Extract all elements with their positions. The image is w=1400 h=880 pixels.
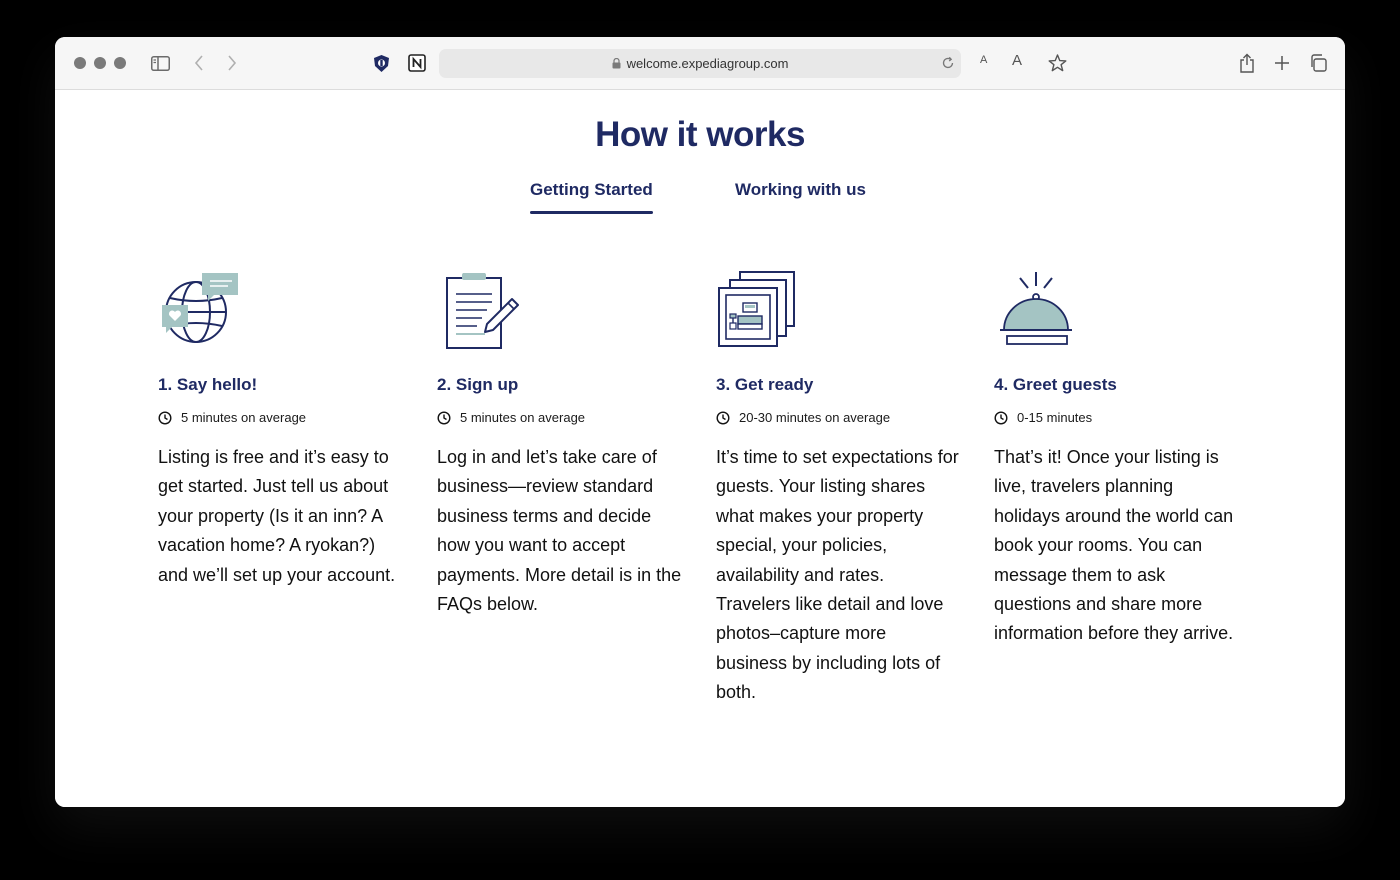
page-title: How it works	[595, 115, 805, 154]
step-title: 3. Get ready	[716, 375, 814, 394]
step-title: 1. Say hello!	[158, 375, 258, 394]
photos-icon	[716, 270, 961, 350]
tab-overview-icon[interactable]	[1308, 51, 1328, 75]
step-duration: 5 minutes on average	[181, 410, 307, 425]
step-description: Listing is free and it’s easy to get sta…	[158, 447, 396, 585]
page-content: How it works Getting Started Working wit…	[55, 90, 1345, 807]
address-bar[interactable]: welcome.expediagroup.com	[439, 49, 961, 78]
sidebar-toggle-icon[interactable]	[150, 51, 170, 75]
tab-working-with-us[interactable]: Working with us	[735, 180, 866, 200]
step-duration: 20-30 minutes on average	[739, 410, 891, 425]
step-duration: 5 minutes on average	[460, 410, 586, 425]
clock-icon	[158, 410, 172, 425]
minimize-window-button[interactable]	[94, 57, 106, 69]
forward-chevron-icon[interactable]	[225, 51, 239, 75]
clock-icon	[994, 410, 1008, 425]
step-card: 1. Say hello! 5 minutes on average Listi…	[158, 270, 403, 590]
step-card: 2. Sign up 5 minutes on average Log in a…	[437, 270, 682, 619]
extension-shield-icon[interactable]	[371, 51, 391, 75]
service-bell-icon	[994, 270, 1239, 350]
lock-icon	[612, 57, 621, 72]
tab-getting-started[interactable]: Getting Started	[530, 180, 653, 214]
step-description: That’s it! Once your listing is live, tr…	[994, 447, 1234, 644]
step-description: It’s time to set expectations for guests…	[716, 447, 959, 703]
step-duration: 0-15 minutes	[1017, 410, 1093, 425]
step-title: 4. Greet guests	[994, 375, 1117, 394]
bookmark-star-icon[interactable]	[1047, 51, 1067, 75]
close-window-button[interactable]	[74, 57, 86, 69]
clock-icon	[716, 410, 730, 425]
clipboard-icon	[437, 270, 682, 350]
browser-toolbar: welcome.expediagroup.com A A	[55, 37, 1345, 90]
new-tab-plus-icon[interactable]	[1273, 51, 1291, 75]
zoom-window-button[interactable]	[114, 57, 126, 69]
notion-extension-icon[interactable]	[407, 51, 427, 75]
share-icon[interactable]	[1238, 51, 1256, 75]
step-card: 4. Greet guests 0-15 minutes That’s it! …	[994, 270, 1239, 649]
globe-chat-icon	[158, 270, 403, 350]
url-text: welcome.expediagroup.com	[626, 56, 789, 71]
decrease-font-button[interactable]: A	[980, 54, 987, 66]
back-chevron-icon[interactable]	[192, 51, 206, 75]
clock-icon	[437, 410, 451, 425]
browser-window: welcome.expediagroup.com A A How it work…	[55, 37, 1345, 807]
step-card: 3. Get ready 20-30 minutes on average It…	[716, 270, 961, 708]
step-description: Log in and let’s take care of business—r…	[437, 447, 682, 615]
step-title: 2. Sign up	[437, 375, 519, 394]
reload-icon[interactable]	[941, 56, 955, 75]
increase-font-button[interactable]: A	[1012, 52, 1022, 69]
